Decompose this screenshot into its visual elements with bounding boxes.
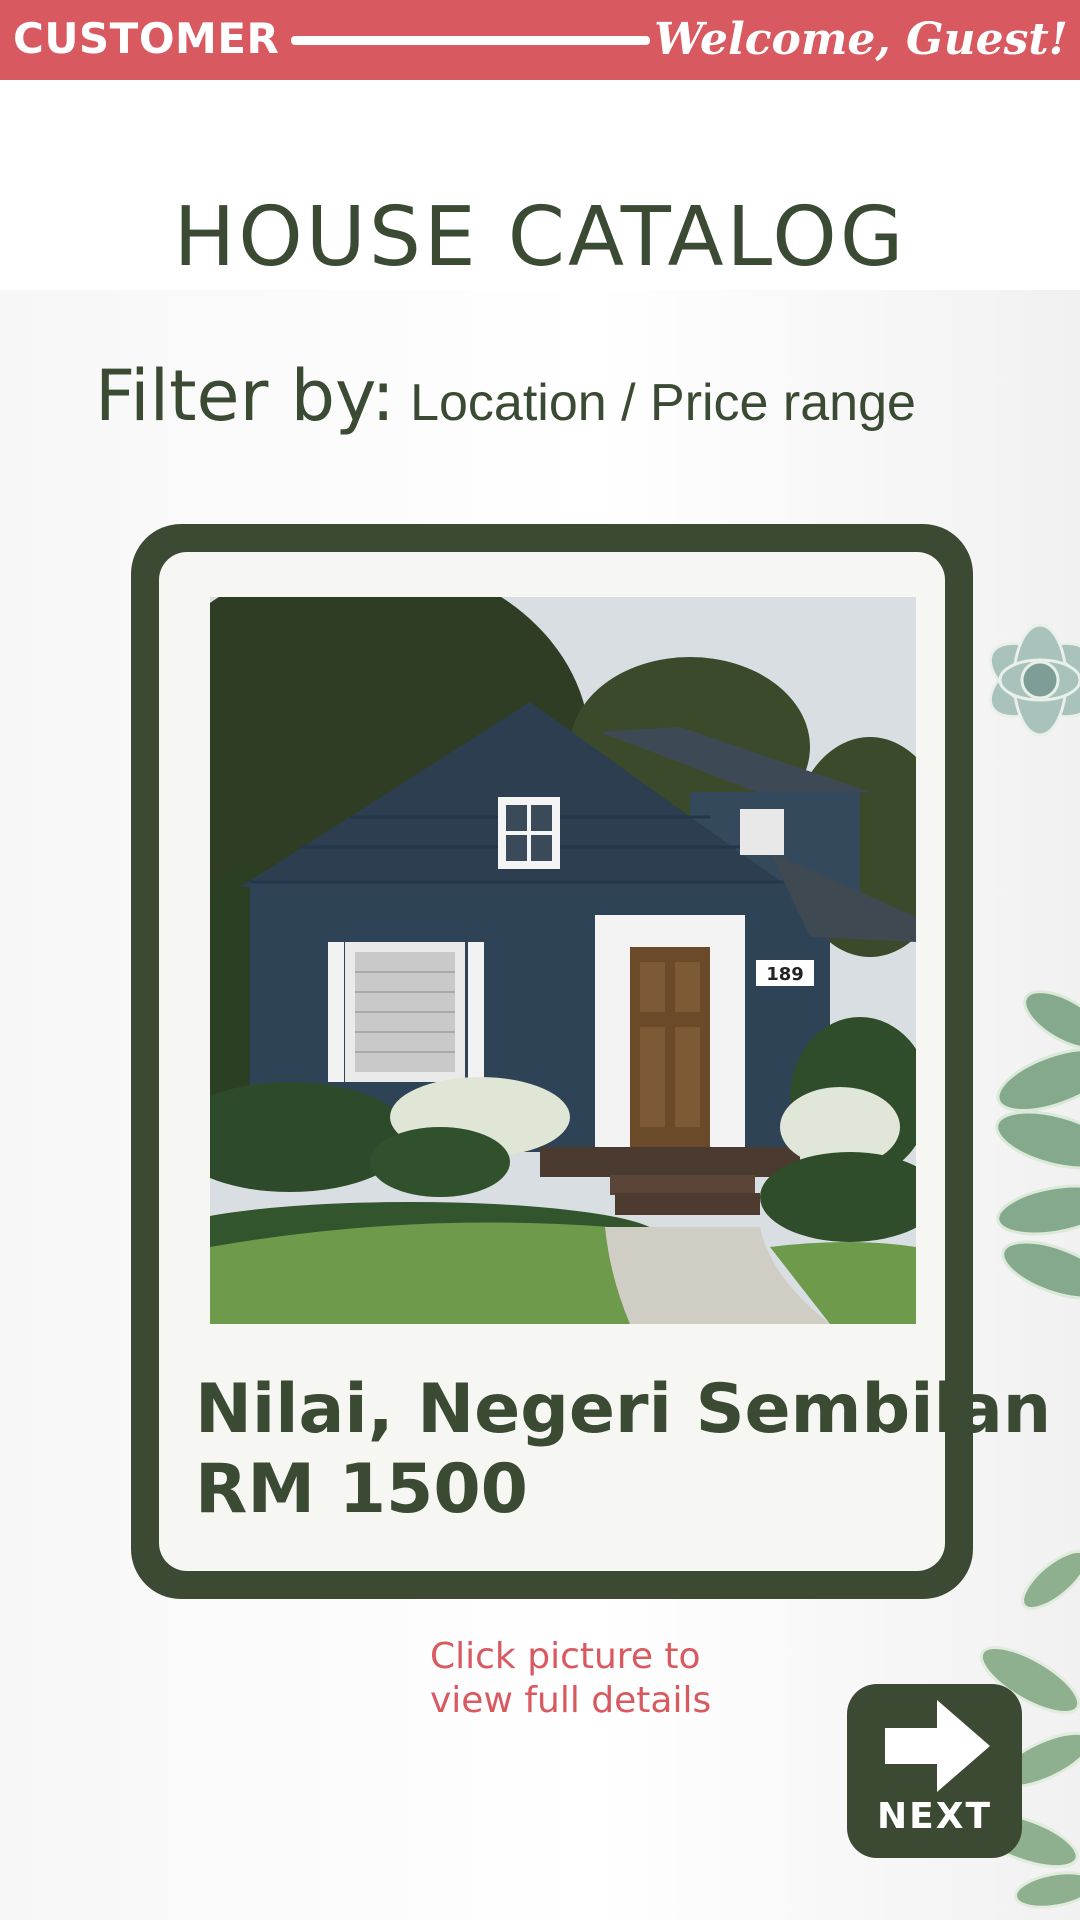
next-button-label: NEXT xyxy=(876,1796,993,1837)
welcome-message: Welcome, Guest! xyxy=(654,14,1068,65)
succulent-decoration-middle xyxy=(995,990,1080,1300)
filter-bar[interactable]: Filter by: Location / Price range xyxy=(95,355,916,437)
listing-details[interactable]: Nilai, Negeri Sembilan RM 1500 xyxy=(195,1370,1051,1530)
succulent-decoration-top xyxy=(988,623,1080,737)
arrow-right-icon xyxy=(885,1700,990,1792)
hint-line-2: view full details xyxy=(430,1680,712,1721)
page-title: HOUSE CATALOG xyxy=(173,190,907,285)
hint-line-1: Click picture to xyxy=(430,1636,701,1677)
next-button[interactable]: NEXT xyxy=(847,1684,1022,1858)
filter-options[interactable]: Location / Price range xyxy=(410,374,916,432)
user-role-label: CUSTOMER xyxy=(13,14,280,63)
filter-label: Filter by: xyxy=(95,355,395,437)
listing-price: RM 1500 xyxy=(195,1450,528,1529)
listing-location: Nilai, Negeri Sembilan xyxy=(195,1370,1052,1449)
house-photo[interactable]: 189 xyxy=(210,597,916,1324)
house-image: 189 xyxy=(210,597,916,1324)
house-number: 189 xyxy=(766,964,804,985)
top-bar: CUSTOMER Welcome, Guest! xyxy=(0,0,1080,80)
details-hint: Click picture to view full details xyxy=(430,1635,730,1723)
header-divider xyxy=(291,36,650,45)
